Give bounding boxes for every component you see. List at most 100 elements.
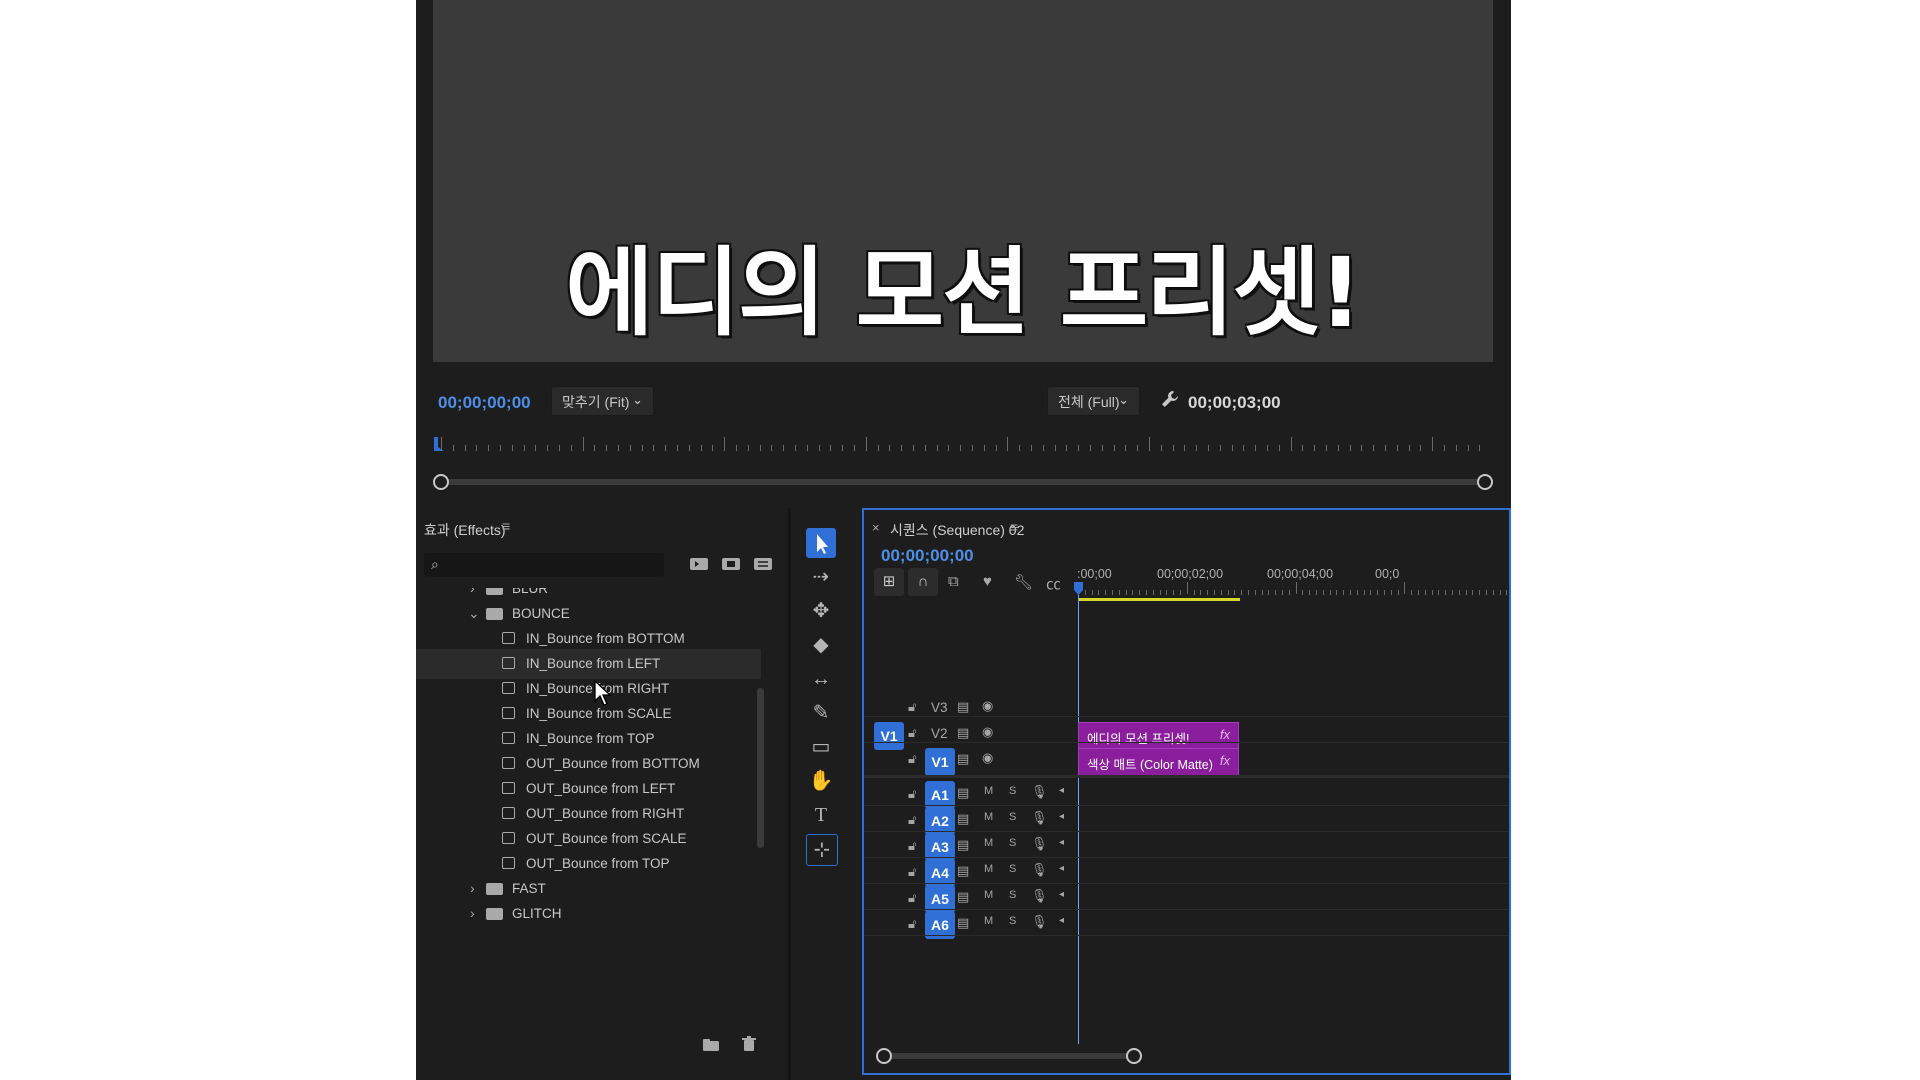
- rectangle-tool-icon[interactable]: ▭: [806, 732, 836, 762]
- mute-button[interactable]: M: [984, 889, 993, 901]
- solo-button[interactable]: S: [1009, 785, 1016, 797]
- eye-icon[interactable]: ◉: [982, 750, 993, 766]
- solo-button[interactable]: S: [1009, 837, 1016, 849]
- resolution-dropdown[interactable]: 전체 (Full) ⌄: [1047, 386, 1140, 416]
- sync-lock-icon[interactable]: ▤: [957, 751, 969, 767]
- mute-button[interactable]: M: [984, 863, 993, 875]
- slip-tool-icon[interactable]: ↔: [806, 664, 836, 694]
- eye-icon[interactable]: ◉: [982, 724, 993, 740]
- 32-bit-effects-icon[interactable]: [721, 556, 741, 572]
- track-target-v1[interactable]: V1: [925, 748, 955, 776]
- monitor-time-ruler[interactable]: [433, 435, 1493, 455]
- sync-lock-icon[interactable]: ▤: [957, 889, 969, 905]
- track-collapse-arrow-icon[interactable]: ◂: [1059, 863, 1064, 874]
- trash-icon[interactable]: [742, 1036, 756, 1052]
- timeline-zoom-scrollbar[interactable]: [876, 1048, 1509, 1064]
- linked-selection-icon[interactable]: ⧉: [948, 573, 959, 590]
- accelerated-effects-icon[interactable]: [689, 556, 709, 572]
- sync-lock-icon[interactable]: ▤: [957, 811, 969, 827]
- lock-icon[interactable]: 🔓︎: [908, 812, 916, 828]
- sync-lock-icon[interactable]: ▤: [957, 915, 969, 931]
- scroll-handle-right[interactable]: [1126, 1048, 1142, 1064]
- panel-menu-icon[interactable]: ≡: [502, 518, 510, 534]
- chevron-right-icon[interactable]: ›: [470, 880, 475, 896]
- track-label[interactable]: V3: [931, 700, 948, 715]
- chevron-down-icon[interactable]: ⌄: [468, 605, 480, 622]
- ruler-tick: [865, 437, 867, 451]
- track-collapse-arrow-icon[interactable]: ◂: [1059, 785, 1064, 796]
- solo-button[interactable]: S: [1009, 889, 1016, 901]
- effects-vertical-scrollbar[interactable]: [757, 688, 764, 848]
- pen-tool-icon[interactable]: ✎: [806, 698, 836, 728]
- track-collapse-arrow-icon[interactable]: ◂: [1059, 889, 1064, 900]
- timeline-playhead-handle[interactable]: [1074, 582, 1083, 596]
- snap-magnet-icon[interactable]: ∩: [908, 568, 938, 596]
- effects-search-input[interactable]: [452, 555, 656, 577]
- microphone-icon[interactable]: 🎙︎: [1031, 784, 1048, 800]
- work-area-bar[interactable]: [1078, 598, 1240, 601]
- yuv-effects-icon[interactable]: [753, 556, 773, 572]
- razor-tool-icon[interactable]: ◆: [806, 630, 836, 660]
- scroll-handle-left[interactable]: [876, 1048, 892, 1064]
- chevron-right-icon[interactable]: ›: [470, 588, 475, 596]
- eye-icon[interactable]: ◉: [982, 698, 993, 714]
- lock-icon[interactable]: 🔓︎: [908, 699, 916, 715]
- track-collapse-arrow-icon[interactable]: ◂: [1059, 811, 1064, 822]
- microphone-icon[interactable]: 🎙︎: [1031, 836, 1048, 852]
- track-label[interactable]: V2: [931, 726, 948, 741]
- tree-folder-glitch[interactable]: › GLITCH: [416, 899, 761, 929]
- add-marker-icon[interactable]: ♥: [983, 573, 992, 590]
- insert-nest-icon[interactable]: ⊞: [874, 568, 904, 596]
- sync-lock-icon[interactable]: ▤: [957, 863, 969, 879]
- lock-icon[interactable]: 🔓︎: [908, 864, 916, 880]
- scroll-handle-right[interactable]: [1477, 474, 1493, 490]
- close-tab-icon[interactable]: ×: [872, 520, 880, 535]
- timeline-settings-wrench-icon[interactable]: 🔧︎: [1014, 573, 1033, 591]
- hand-tool-icon[interactable]: ✋: [806, 766, 836, 796]
- auto-reframe-tool-icon[interactable]: ⊹: [806, 834, 838, 866]
- sequence-tab-title[interactable]: 시퀀스 (Sequence) 02: [890, 520, 1024, 540]
- lock-icon[interactable]: 🔓︎: [908, 725, 916, 741]
- panel-menu-icon[interactable]: ≡: [1010, 519, 1018, 535]
- lock-icon[interactable]: 🔓︎: [908, 751, 916, 767]
- solo-button[interactable]: S: [1009, 863, 1016, 875]
- effects-panel-title[interactable]: 효과 (Effects): [424, 520, 506, 540]
- timeline-timecode[interactable]: 00;00;00;00: [881, 546, 974, 566]
- mute-button[interactable]: M: [984, 785, 993, 797]
- microphone-icon[interactable]: 🎙︎: [1031, 862, 1048, 878]
- microphone-icon[interactable]: 🎙︎: [1031, 914, 1048, 930]
- timeline-time-ruler[interactable]: [1078, 582, 1509, 596]
- scroll-handle-left[interactable]: [433, 474, 449, 490]
- ripple-edit-tool-icon[interactable]: ✥: [806, 596, 836, 626]
- microphone-icon[interactable]: 🎙︎: [1031, 810, 1048, 826]
- captions-icon[interactable]: ㏄: [1046, 573, 1061, 594]
- current-timecode[interactable]: 00;00;00;00: [438, 393, 531, 413]
- monitor-zoom-scrollbar[interactable]: [433, 474, 1493, 490]
- sync-lock-icon[interactable]: ▤: [957, 725, 969, 741]
- clip-color-matte[interactable]: 색상 매트 (Color Matte) fx: [1078, 748, 1239, 778]
- mute-button[interactable]: M: [984, 811, 993, 823]
- track-select-tool-icon[interactable]: ⇢: [806, 562, 836, 592]
- sync-lock-icon[interactable]: ▤: [957, 785, 969, 801]
- type-tool-icon[interactable]: T: [806, 800, 836, 830]
- sync-lock-icon[interactable]: ▤: [957, 699, 969, 715]
- new-folder-icon[interactable]: [702, 1038, 720, 1052]
- microphone-icon[interactable]: 🎙︎: [1031, 888, 1048, 904]
- selection-tool-icon[interactable]: [806, 528, 836, 558]
- track-collapse-arrow-icon[interactable]: ◂: [1059, 837, 1064, 848]
- sync-lock-icon[interactable]: ▤: [957, 837, 969, 853]
- video-audio-divider[interactable]: [864, 775, 1509, 778]
- lock-icon[interactable]: 🔓︎: [908, 838, 916, 854]
- lock-icon[interactable]: 🔓︎: [908, 916, 916, 932]
- chevron-right-icon[interactable]: ›: [470, 905, 475, 921]
- wrench-settings-icon[interactable]: [1160, 389, 1180, 409]
- zoom-dropdown[interactable]: 맞추기 (Fit) ⌄: [551, 386, 654, 416]
- mute-button[interactable]: M: [984, 837, 993, 849]
- track-collapse-arrow-icon[interactable]: ◂: [1059, 915, 1064, 926]
- solo-button[interactable]: S: [1009, 915, 1016, 927]
- lock-icon[interactable]: 🔓︎: [908, 786, 916, 802]
- effects-search-field[interactable]: ⌕: [424, 553, 664, 577]
- solo-button[interactable]: S: [1009, 811, 1016, 823]
- lock-icon[interactable]: 🔓︎: [908, 890, 916, 906]
- mute-button[interactable]: M: [984, 915, 993, 927]
